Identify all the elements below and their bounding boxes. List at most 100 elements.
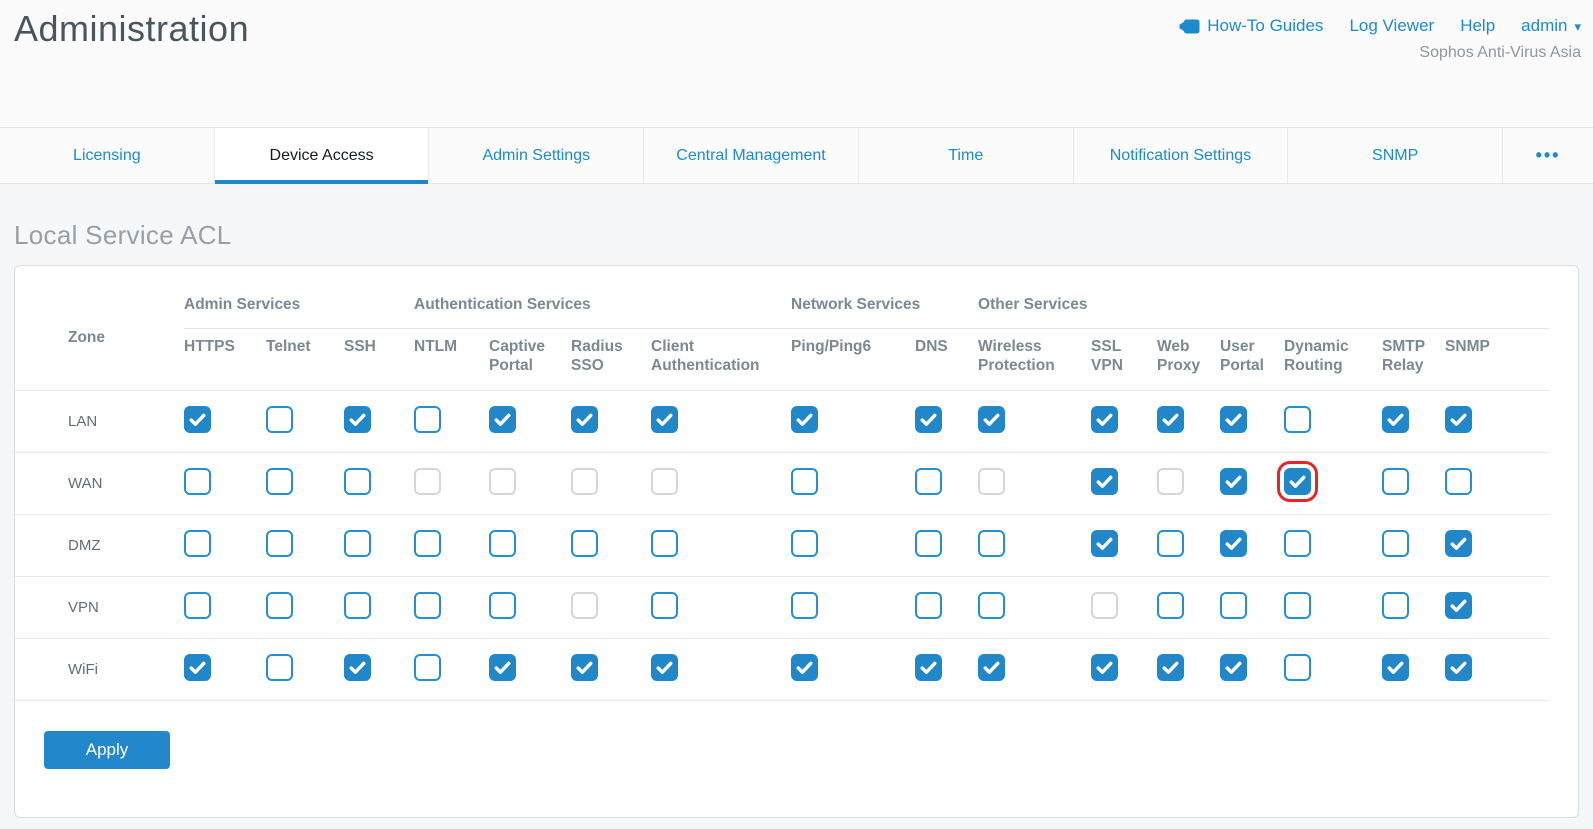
checkbox-wifi-smtp-relay[interactable] <box>1382 654 1409 681</box>
checkbox-dmz-dns[interactable] <box>915 530 942 557</box>
checkbox-dmz-user-portal[interactable] <box>1220 530 1247 557</box>
checkbox-lan-ntlm[interactable] <box>414 406 441 433</box>
checkbox-wan-dns[interactable] <box>915 468 942 495</box>
checkbox-dmz-captive-portal[interactable] <box>489 530 516 557</box>
acl-row-wan: WAN <box>15 453 1549 515</box>
checkbox-wan-ssh[interactable] <box>344 468 371 495</box>
cell-vpn-https <box>184 577 266 639</box>
checkbox-wifi-radius-sso[interactable] <box>571 654 598 681</box>
checkbox-wan-smtp-relay[interactable] <box>1382 468 1409 495</box>
checkbox-dmz-dynamic-routing[interactable] <box>1284 530 1311 557</box>
checkbox-wifi-https[interactable] <box>184 654 211 681</box>
apply-button[interactable]: Apply <box>44 731 170 769</box>
checkbox-wifi-ping-ping6[interactable] <box>791 654 818 681</box>
checkbox-vpn-client-authentication[interactable] <box>651 592 678 619</box>
checkbox-dmz-https[interactable] <box>184 530 211 557</box>
checkbox-dmz-snmp[interactable] <box>1445 530 1472 557</box>
tab-admin-settings[interactable]: Admin Settings <box>429 128 644 183</box>
checkbox-lan-client-authentication[interactable] <box>651 406 678 433</box>
checkbox-lan-ssh[interactable] <box>344 406 371 433</box>
checkbox-vpn-captive-portal[interactable] <box>489 592 516 619</box>
checkbox-wifi-user-portal[interactable] <box>1220 654 1247 681</box>
checkbox-vpn-dynamic-routing[interactable] <box>1284 592 1311 619</box>
cell-dmz-dns <box>915 515 978 577</box>
cell-wan-ntlm <box>414 453 489 515</box>
checkbox-lan-radius-sso[interactable] <box>571 406 598 433</box>
help-link[interactable]: Help <box>1460 16 1495 36</box>
checkbox-vpn-ping-ping6[interactable] <box>791 592 818 619</box>
tab-notification-settings[interactable]: Notification Settings <box>1074 128 1289 183</box>
cell-dmz-ntlm <box>414 515 489 577</box>
cell-lan-ssh <box>344 391 414 453</box>
admin-menu[interactable]: admin ▾ <box>1521 16 1581 36</box>
checkbox-wifi-captive-portal[interactable] <box>489 654 516 681</box>
checkbox-vpn-telnet[interactable] <box>266 592 293 619</box>
tab-time[interactable]: Time <box>859 128 1074 183</box>
log-viewer-link[interactable]: Log Viewer <box>1349 16 1434 36</box>
checkbox-vpn-ssh[interactable] <box>344 592 371 619</box>
checkbox-wifi-ntlm[interactable] <box>414 654 441 681</box>
cell-wifi-smtp-relay <box>1382 639 1445 701</box>
checkbox-vpn-web-proxy[interactable] <box>1157 592 1184 619</box>
checkbox-dmz-web-proxy[interactable] <box>1157 530 1184 557</box>
checkbox-vpn-wireless-protection[interactable] <box>978 592 1005 619</box>
checkbox-wan-ping-ping6[interactable] <box>791 468 818 495</box>
checkbox-dmz-client-authentication[interactable] <box>651 530 678 557</box>
checkbox-wan-user-portal[interactable] <box>1220 468 1247 495</box>
tab-licensing[interactable]: Licensing <box>0 128 215 183</box>
checkbox-wan-telnet[interactable] <box>266 468 293 495</box>
checkbox-wan-https[interactable] <box>184 468 211 495</box>
checkbox-dmz-telnet[interactable] <box>266 530 293 557</box>
checkbox-lan-telnet[interactable] <box>266 406 293 433</box>
tab-central-management[interactable]: Central Management <box>644 128 859 183</box>
checkbox-lan-dynamic-routing[interactable] <box>1284 406 1311 433</box>
checkbox-vpn-ntlm[interactable] <box>414 592 441 619</box>
checkbox-dmz-ping-ping6[interactable] <box>791 530 818 557</box>
checkbox-vpn-user-portal[interactable] <box>1220 592 1247 619</box>
checkbox-dmz-ssl-vpn[interactable] <box>1091 530 1118 557</box>
cell-dmz-telnet <box>266 515 344 577</box>
how-to-guides-link[interactable]: How-To Guides <box>1179 16 1323 36</box>
cell-dmz-dynamic-routing <box>1284 515 1382 577</box>
checkbox-wifi-wireless-protection[interactable] <box>978 654 1005 681</box>
checkbox-lan-web-proxy[interactable] <box>1157 406 1184 433</box>
checkbox-wan-dynamic-routing[interactable] <box>1284 468 1311 495</box>
cell-wifi-snmp <box>1445 639 1549 701</box>
checkbox-wan-captive-portal <box>489 468 516 495</box>
checkbox-wifi-dynamic-routing[interactable] <box>1284 654 1311 681</box>
checkbox-wifi-ssl-vpn[interactable] <box>1091 654 1118 681</box>
checkbox-vpn-https[interactable] <box>184 592 211 619</box>
checkbox-dmz-smtp-relay[interactable] <box>1382 530 1409 557</box>
checkbox-dmz-radius-sso[interactable] <box>571 530 598 557</box>
checkbox-lan-wireless-protection[interactable] <box>978 406 1005 433</box>
checkbox-wifi-client-authentication[interactable] <box>651 654 678 681</box>
admin-menu-label: admin <box>1521 16 1567 36</box>
checkbox-wifi-web-proxy[interactable] <box>1157 654 1184 681</box>
checkbox-lan-snmp[interactable] <box>1445 406 1472 433</box>
checkbox-lan-dns[interactable] <box>915 406 942 433</box>
tab-snmp[interactable]: SNMP <box>1288 128 1503 183</box>
checkbox-wan-snmp[interactable] <box>1445 468 1472 495</box>
checkbox-dmz-ssh[interactable] <box>344 530 371 557</box>
checkbox-lan-ping-ping6[interactable] <box>791 406 818 433</box>
checkbox-dmz-wireless-protection[interactable] <box>978 530 1005 557</box>
tab-device-access[interactable]: Device Access <box>215 128 430 183</box>
checkbox-wifi-dns[interactable] <box>915 654 942 681</box>
checkbox-lan-user-portal[interactable] <box>1220 406 1247 433</box>
cell-dmz-radius-sso <box>571 515 651 577</box>
checkbox-wifi-snmp[interactable] <box>1445 654 1472 681</box>
checkbox-vpn-snmp[interactable] <box>1445 592 1472 619</box>
cell-wan-user-portal <box>1220 453 1284 515</box>
checkbox-lan-smtp-relay[interactable] <box>1382 406 1409 433</box>
column-header-https: HTTPS <box>184 329 266 391</box>
checkbox-dmz-ntlm[interactable] <box>414 530 441 557</box>
checkbox-wifi-telnet[interactable] <box>266 654 293 681</box>
tab-more[interactable]: ••• <box>1503 128 1593 183</box>
checkbox-vpn-dns[interactable] <box>915 592 942 619</box>
checkbox-lan-captive-portal[interactable] <box>489 406 516 433</box>
checkbox-vpn-smtp-relay[interactable] <box>1382 592 1409 619</box>
checkbox-wifi-ssh[interactable] <box>344 654 371 681</box>
checkbox-wan-ssl-vpn[interactable] <box>1091 468 1118 495</box>
checkbox-lan-https[interactable] <box>184 406 211 433</box>
checkbox-lan-ssl-vpn[interactable] <box>1091 406 1118 433</box>
